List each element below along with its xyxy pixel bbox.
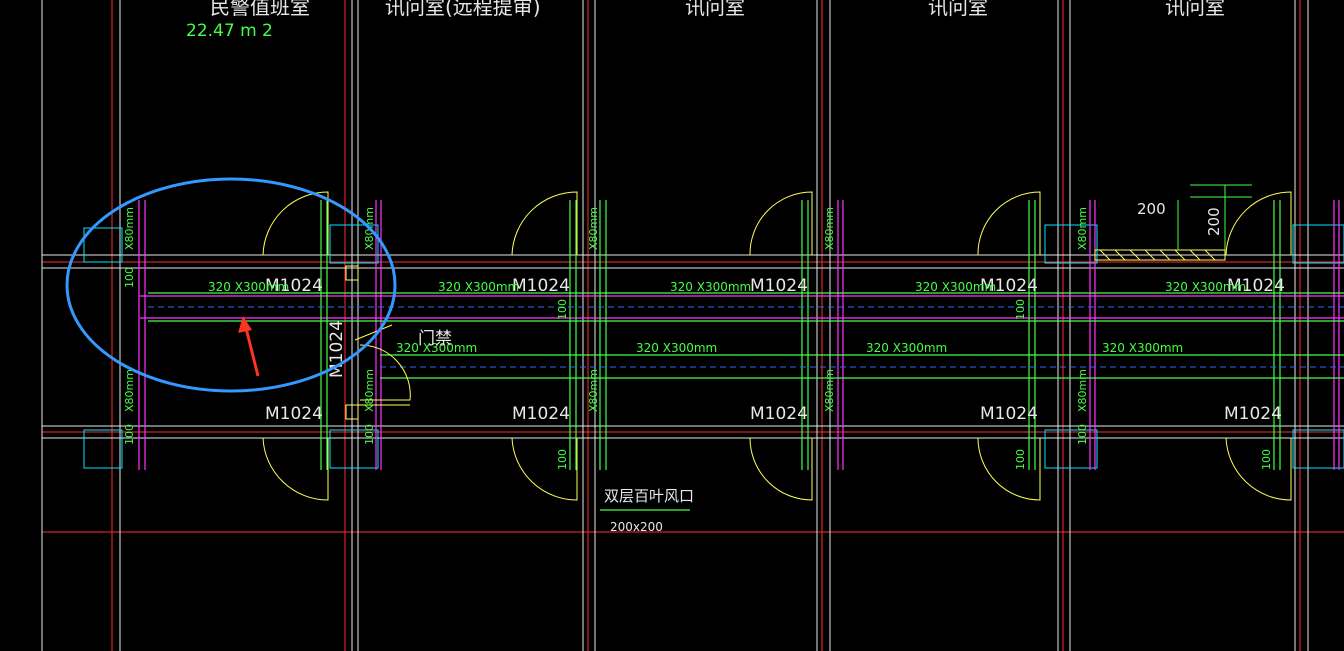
dim-x80: X80mm (363, 369, 376, 412)
dim-100: 100 (1014, 449, 1027, 470)
duct-label: 320 X300mm (670, 280, 751, 294)
duct-label: 320 X300mm (915, 280, 996, 294)
dim-100: 100 (123, 424, 136, 445)
room-label-3: 讯问室 (928, 0, 988, 19)
dim-200-horizontal: 200 (1137, 200, 1166, 218)
grid-lines (42, 0, 1344, 651)
door-code: M1024 (980, 404, 1038, 424)
dim-x80: X80mm (587, 207, 600, 250)
door-code: M1024 (750, 404, 808, 424)
dim-100: 100 (556, 449, 569, 470)
door-code: M1024 (750, 276, 808, 296)
door-code: M1024 (1224, 404, 1282, 424)
dim-x80: X80mm (1076, 369, 1089, 412)
access-control-label: 门禁 (418, 329, 452, 349)
duct-label: 320 X300mm (1165, 280, 1246, 294)
room-labels: 民警值班室 讯问室(远程提审) 讯问室 讯问室 讯问室 (210, 0, 1225, 19)
dim-x80: X80mm (123, 207, 136, 250)
room-label-4: 讯问室 (1165, 0, 1225, 19)
dim-100: 100 (363, 424, 376, 445)
dim-x80: X80mm (823, 207, 836, 250)
duct-label: 320 X300mm (438, 280, 519, 294)
vent-size: 200x200 (610, 520, 663, 534)
room-label-0: 民警值班室 (210, 0, 310, 19)
door-code: M1024 (512, 404, 570, 424)
dim-100: 100 (1260, 449, 1273, 470)
dim-x80: X80mm (1076, 207, 1089, 250)
ducts-magenta (138, 200, 1344, 470)
duct-label: 320 X300mm (1102, 341, 1183, 355)
walls (41, 0, 1344, 651)
cad-drawing: 民警值班室 讯问室(远程提审) 讯问室 讯问室 讯问室 22.47 m 2 M1… (41, 0, 1344, 651)
duct-label: 320 X300mm (636, 341, 717, 355)
dim-200-vertical: 200 (1205, 207, 1223, 236)
dim-x80: X80mm (587, 369, 600, 412)
room-label-1: 讯问室(远程提审) (385, 0, 541, 19)
duct-label: 320 X300mm (208, 280, 289, 294)
door-code: M1024 (265, 404, 323, 424)
door-code: M1024 (512, 276, 570, 296)
duct-label: 320 X300mm (866, 341, 947, 355)
room-area: 22.47 m 2 (186, 21, 273, 41)
dim-100: 100 (1076, 424, 1089, 445)
dim-100: 100 (1014, 299, 1027, 320)
dim-x80: X80mm (123, 369, 136, 412)
vent-label: 双层百叶风口 (604, 487, 694, 505)
dim-100: 100 (123, 267, 136, 288)
dim-x80: X80mm (823, 369, 836, 412)
room-label-2: 讯问室 (685, 0, 745, 19)
vertical-dims: X80mm 100 X80mm 100 X80mm X80mm 100 X80m… (123, 207, 1273, 470)
red-arrow-icon (238, 316, 260, 377)
dim-100: 100 (556, 299, 569, 320)
